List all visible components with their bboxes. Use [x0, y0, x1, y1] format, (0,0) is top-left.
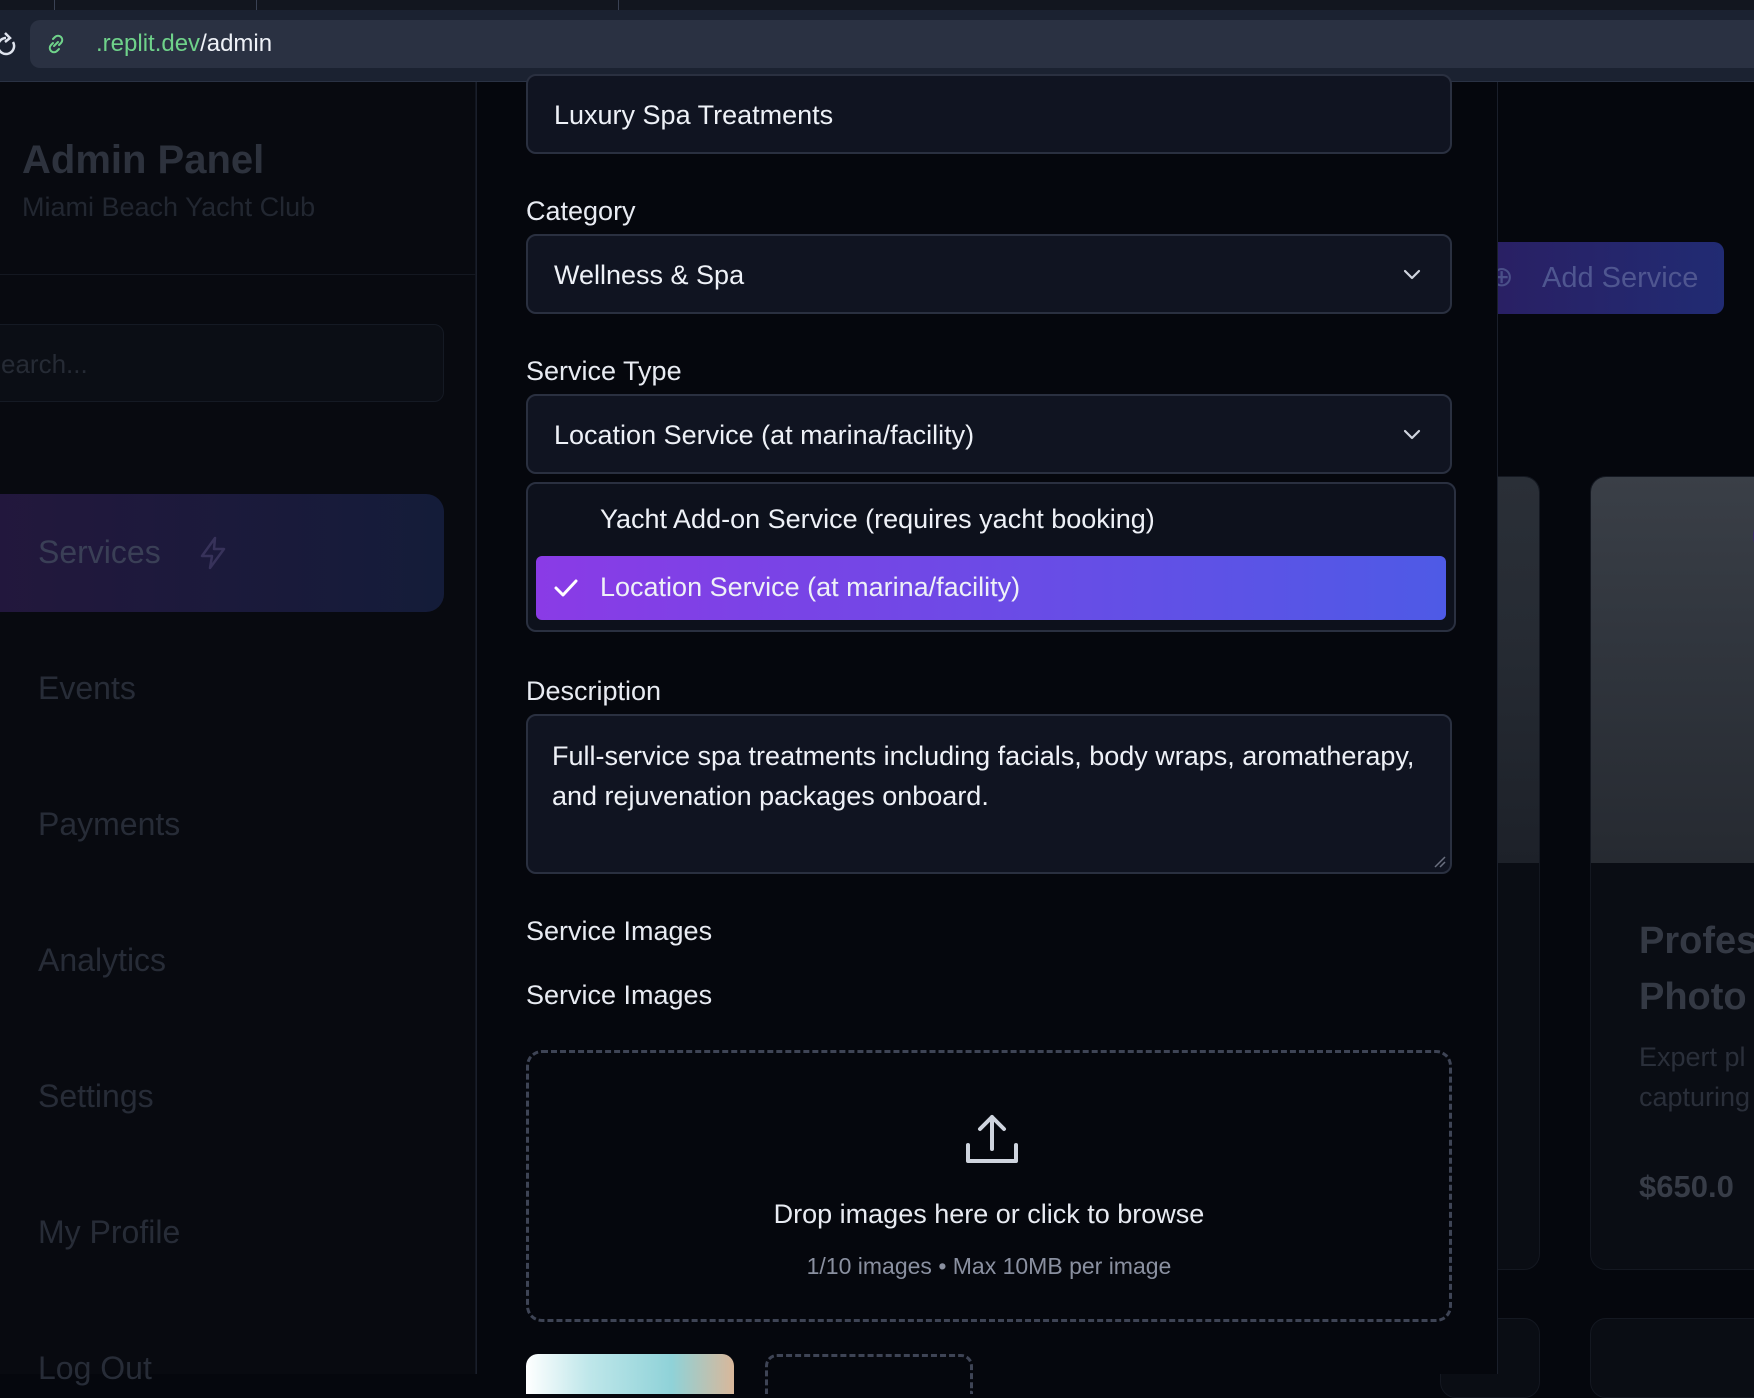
- sidebar-item-payments[interactable]: Payments: [0, 766, 444, 884]
- sidebar: Admin Panel Miami Beach Yacht Club earch…: [0, 82, 476, 1386]
- sidebar-item-events[interactable]: Events: [0, 630, 444, 748]
- add-service-label: Add Service: [1542, 262, 1699, 294]
- sidebar-item-label: Log Out: [38, 1350, 152, 1386]
- service-name-value: Luxury Spa Treatments: [554, 100, 834, 130]
- card-image: [1591, 477, 1754, 863]
- upload-icon: [966, 1115, 1018, 1163]
- sidebar-item-label: Analytics: [38, 942, 167, 978]
- service-card[interactable]: [1590, 1318, 1754, 1398]
- service-type-select[interactable]: Location Service (at marina/facility): [526, 394, 1452, 474]
- service-card[interactable]: Profes Photo Expert pl capturing $650.0: [1590, 476, 1754, 1270]
- dropzone-hint: 1/10 images • Max 10MB per image: [806, 1253, 1172, 1279]
- add-image-slot[interactable]: [765, 1354, 973, 1394]
- description-value: Full-service spa treatments including fa…: [552, 741, 1415, 811]
- chevron-down-icon: [1403, 429, 1421, 440]
- card-description: Expert pl capturing: [1639, 1042, 1751, 1112]
- service-type-label: Service Type: [526, 356, 682, 386]
- check-icon: [554, 579, 578, 597]
- sidebar-item-label: My Profile: [38, 1214, 181, 1250]
- sidebar-item-label: Services: [38, 534, 161, 570]
- divider: [0, 274, 476, 275]
- dropdown-option-label: Yacht Add-on Service (requires yacht boo…: [600, 504, 1155, 534]
- sidebar-item-settings[interactable]: Settings: [0, 1038, 444, 1156]
- service-name-input[interactable]: Luxury Spa Treatments: [526, 74, 1452, 154]
- tab-strip: [0, 0, 1754, 10]
- lightning-icon: [200, 536, 226, 570]
- sidebar-item-label: Payments: [38, 806, 181, 842]
- resize-handle-icon[interactable]: [1432, 854, 1446, 868]
- dropzone-text: Drop images here or click to browse: [773, 1199, 1205, 1229]
- sidebar-item-services[interactable]: Services: [0, 494, 444, 612]
- image-thumbnail[interactable]: [526, 1354, 734, 1394]
- sidebar-item-log-out[interactable]: Log Out: [0, 1310, 444, 1386]
- sidebar-item-analytics[interactable]: Analytics: [0, 902, 444, 1020]
- url-path: /admin: [200, 30, 273, 57]
- category-select[interactable]: Wellness & Spa: [526, 234, 1452, 314]
- category-value: Wellness & Spa: [554, 260, 745, 290]
- service-type-value: Location Service (at marina/facility): [554, 420, 975, 450]
- card-price: $650.0: [1639, 1169, 1734, 1204]
- link-icon: [48, 34, 64, 54]
- dropdown-option-location[interactable]: Location Service (at marina/facility): [536, 556, 1446, 620]
- category-label: Category: [526, 196, 636, 226]
- description-label: Description: [526, 676, 662, 706]
- search-placeholder: earch...: [1, 349, 88, 379]
- search-input[interactable]: earch...: [0, 324, 444, 402]
- reload-icon[interactable]: [0, 30, 16, 60]
- sidebar-item-label: Events: [38, 670, 136, 706]
- chevron-down-icon: [1403, 269, 1421, 280]
- description-textarea[interactable]: Full-service spa treatments including fa…: [526, 714, 1452, 874]
- sidebar-item-label: Settings: [38, 1078, 154, 1114]
- sidebar-subtitle: Miami Beach Yacht Club: [22, 192, 316, 222]
- image-dropzone[interactable]: Drop images here or click to browse 1/10…: [526, 1050, 1452, 1322]
- service-images-sublabel: Service Images: [526, 980, 713, 1010]
- dropdown-option-label: Location Service (at marina/facility): [600, 572, 1021, 602]
- sidebar-item-my-profile[interactable]: My Profile: [0, 1174, 444, 1292]
- service-images-label: Service Images: [526, 916, 713, 946]
- service-type-dropdown: Yacht Add-on Service (requires yacht boo…: [526, 482, 1456, 632]
- sidebar-title: Admin Panel: [22, 138, 265, 182]
- browser-toolbar: .replit.dev/admin: [0, 0, 1754, 82]
- url-host: .replit.dev: [96, 30, 201, 57]
- address-bar[interactable]: .replit.dev/admin: [30, 20, 1754, 68]
- dropdown-option-yacht-addon[interactable]: Yacht Add-on Service (requires yacht boo…: [536, 488, 1446, 552]
- url-text: .replit.dev/admin: [96, 31, 272, 57]
- edit-service-modal: Luxury Spa Treatments Category Wellness …: [476, 74, 1498, 1394]
- add-service-button[interactable]: ⊕ Add Service: [1480, 242, 1724, 314]
- card-title: Profes Photo: [1639, 920, 1754, 1018]
